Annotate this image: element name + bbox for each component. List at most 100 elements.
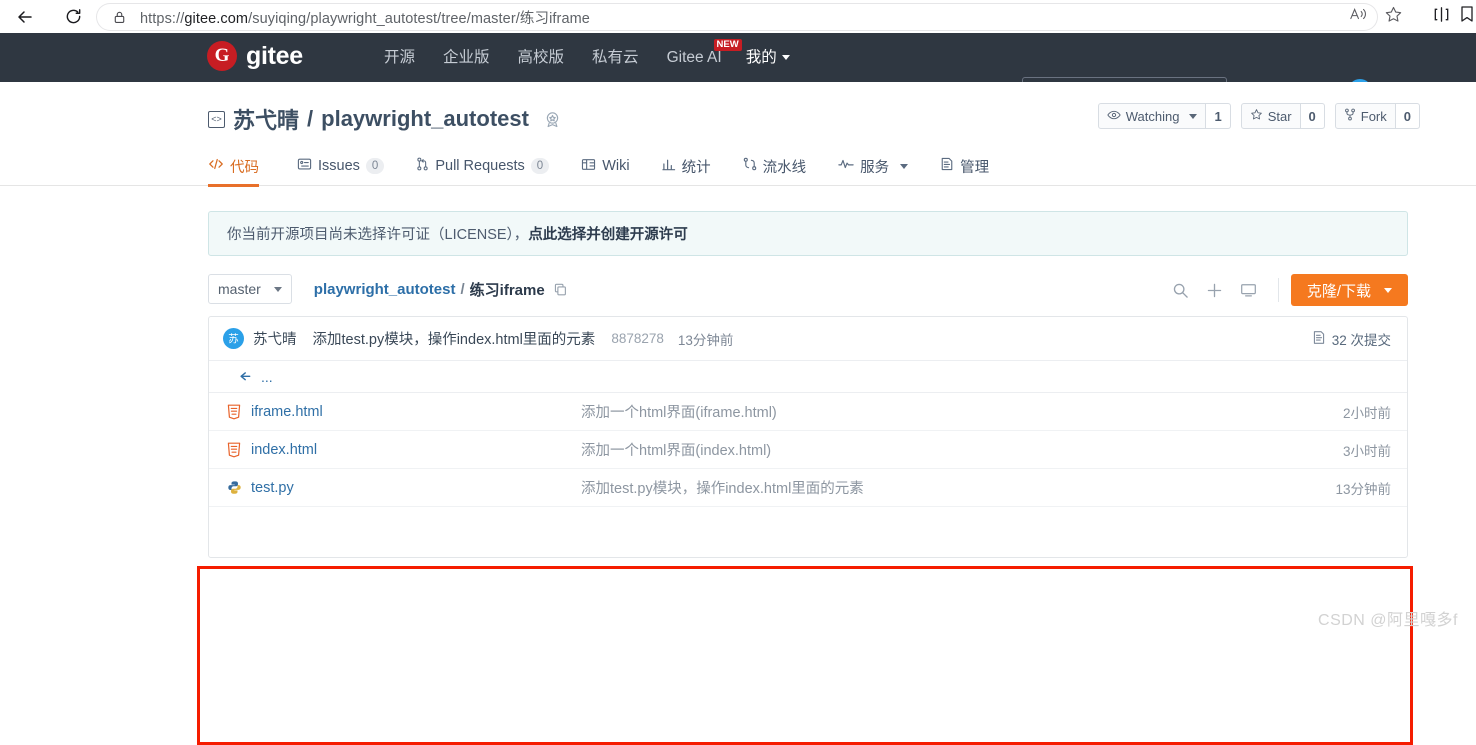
tab-pipeline[interactable]: 流水线 <box>727 146 823 186</box>
table-row[interactable]: index.html 添加一个html界面(index.html) 3小时前 <box>209 431 1407 469</box>
fork-button-group[interactable]: Fork 0 <box>1334 103 1420 129</box>
nav-item-mine-label: 我的 <box>745 49 777 66</box>
breadcrumb: playwright_autotest / 练习iframe <box>314 279 568 300</box>
tab-pr-count: 0 <box>530 157 550 175</box>
watch-label: Watching <box>1125 108 1180 124</box>
gitee-logo-text: gitee <box>246 41 303 70</box>
file-updated-time: 2小时前 <box>1342 405 1391 421</box>
file-name-link[interactable]: iframe.html <box>251 404 581 420</box>
address-bar[interactable]: https://gitee.com/suyiqing/playwright_au… <box>96 3 1378 31</box>
wiki-icon <box>581 158 596 175</box>
file-commit-message: 添加一个html界面(iframe.html) <box>581 405 777 421</box>
code-icon <box>208 157 224 175</box>
back-button[interactable] <box>8 2 42 32</box>
parent-directory-row[interactable]: ... <box>209 361 1407 393</box>
html5-file-icon <box>227 442 247 458</box>
file-name-link[interactable]: test.py <box>251 480 581 496</box>
python-file-icon <box>227 480 247 495</box>
plus-icon[interactable] <box>1198 275 1232 305</box>
favorites-button[interactable] <box>1376 2 1410 32</box>
repo-owner-link[interactable]: 苏弋晴 <box>233 103 299 135</box>
main-nav: 开源 企业版 高校版 私有云 Gitee AI NEW 我的 <box>370 33 804 82</box>
commit-time: 13分钟前 <box>677 332 734 348</box>
chevron-down-icon <box>273 286 282 292</box>
gitee-logo-mark: G <box>207 41 237 71</box>
commit-count-label: 32 次提交 <box>1331 332 1391 348</box>
commit-sha[interactable]: 8878278 <box>611 331 664 346</box>
read-aloud-button[interactable] <box>1342 2 1376 32</box>
panel-footer-space <box>209 507 1407 557</box>
file-commit-message: 添加一个html界面(index.html) <box>581 443 772 459</box>
nav-item-mine[interactable]: 我的 <box>732 33 804 82</box>
license-banner-text: 你当前开源项目尚未选择许可证（LICENSE）， <box>227 227 529 243</box>
chevron-down-icon <box>781 55 790 60</box>
copy-icon[interactable] <box>553 282 568 297</box>
watch-button-group[interactable]: Watching 1 <box>1097 103 1231 129</box>
reload-icon <box>64 7 83 26</box>
back-arrow-icon <box>15 7 35 27</box>
watch-count[interactable]: 1 <box>1206 103 1231 129</box>
repo-tabs: 代码 Issues 0 Pull Requests 0 Wiki 统计 流水线 … <box>208 144 1005 187</box>
fork-button[interactable]: Fork <box>1334 103 1396 129</box>
nav-item-opensource[interactable]: 开源 <box>370 33 429 82</box>
breadcrumb-current: 练习iframe <box>469 281 545 299</box>
star-button-group[interactable]: Star 0 <box>1240 103 1325 129</box>
commit-message-link[interactable]: 添加test.py模块，操作index.html里面的元素 <box>313 328 596 349</box>
tab-wiki[interactable]: Wiki <box>565 146 645 186</box>
gitee-logo[interactable]: G gitee <box>207 41 303 71</box>
clone-download-button[interactable]: 克隆/下载 <box>1290 274 1408 306</box>
table-row[interactable]: test.py 添加test.py模块，操作index.html里面的元素 13… <box>209 469 1407 507</box>
table-row[interactable]: iframe.html 添加一个html界面(iframe.html) 2小时前 <box>209 393 1407 431</box>
monitor-icon[interactable] <box>1232 275 1266 305</box>
repo-title: <> 苏弋晴 / playwright_autotest <box>208 103 562 135</box>
license-banner-link[interactable]: 点此选择并创建开源许可 <box>528 223 688 244</box>
browser-toolbar: https://gitee.com/suyiqing/playwright_au… <box>0 0 1476 33</box>
tab-manage[interactable]: 管理 <box>924 146 1005 186</box>
collections-button[interactable] <box>1458 2 1476 32</box>
nav-item-private-cloud[interactable]: 私有云 <box>578 33 653 82</box>
split-screen-button[interactable] <box>1424 2 1458 32</box>
breadcrumb-separator: / <box>460 280 465 298</box>
tab-code[interactable]: 代码 <box>208 146 281 187</box>
star-label: Star <box>1267 108 1292 124</box>
branch-selector[interactable]: master <box>208 274 292 304</box>
chevron-down-icon <box>1384 287 1392 293</box>
tab-stats-label: 统计 <box>681 159 711 176</box>
tab-stats[interactable]: 统计 <box>646 146 727 186</box>
watch-button[interactable]: Watching <box>1097 103 1207 129</box>
parent-directory-label: ... <box>261 368 273 385</box>
nav-item-gitee-ai[interactable]: Gitee AI NEW <box>653 33 742 82</box>
reload-button[interactable] <box>56 2 90 32</box>
star-button[interactable]: Star <box>1240 103 1301 129</box>
tab-service[interactable]: 服务 <box>822 146 924 186</box>
star-count[interactable]: 0 <box>1300 103 1325 129</box>
url-text: https://gitee.com/suyiqing/playwright_au… <box>140 10 590 27</box>
collections-icon <box>1459 5 1475 28</box>
commit-author-link[interactable]: 苏弋晴 <box>253 328 297 349</box>
search-icon[interactable] <box>1164 275 1198 305</box>
html5-file-icon <box>227 404 247 420</box>
browser-actions <box>1342 0 1476 33</box>
repo-header: <> 苏弋晴 / playwright_autotest Watching 1 … <box>0 82 1476 187</box>
file-updated-time: 3小时前 <box>1342 443 1391 459</box>
license-banner: 你当前开源项目尚未选择许可证（LICENSE）， 点此选择并创建开源许可 <box>208 211 1408 256</box>
nav-item-enterprise[interactable]: 企业版 <box>429 33 504 82</box>
tab-issues[interactable]: Issues 0 <box>281 146 400 186</box>
fork-label: Fork <box>1360 108 1387 124</box>
tab-pull-requests[interactable]: Pull Requests 0 <box>400 146 565 186</box>
pull-request-icon <box>416 157 429 175</box>
url-domain: gitee.com <box>184 10 249 27</box>
read-aloud-icon <box>1349 6 1369 27</box>
tab-wiki-label: Wiki <box>602 158 630 174</box>
split-screen-icon <box>1432 5 1451 29</box>
chevron-down-icon <box>900 163 909 169</box>
pipeline-icon <box>743 157 757 175</box>
breadcrumb-repo-link[interactable]: playwright_autotest <box>314 281 456 298</box>
annotation-highlight-box <box>197 566 1413 745</box>
repo-name-link[interactable]: playwright_autotest <box>321 106 529 132</box>
commit-count-link[interactable]: 32 次提交 <box>1312 329 1391 349</box>
file-name-link[interactable]: index.html <box>251 442 581 458</box>
nav-item-education[interactable]: 高校版 <box>504 33 579 82</box>
tab-pr-label: Pull Requests <box>435 158 525 174</box>
fork-count[interactable]: 0 <box>1395 103 1420 129</box>
